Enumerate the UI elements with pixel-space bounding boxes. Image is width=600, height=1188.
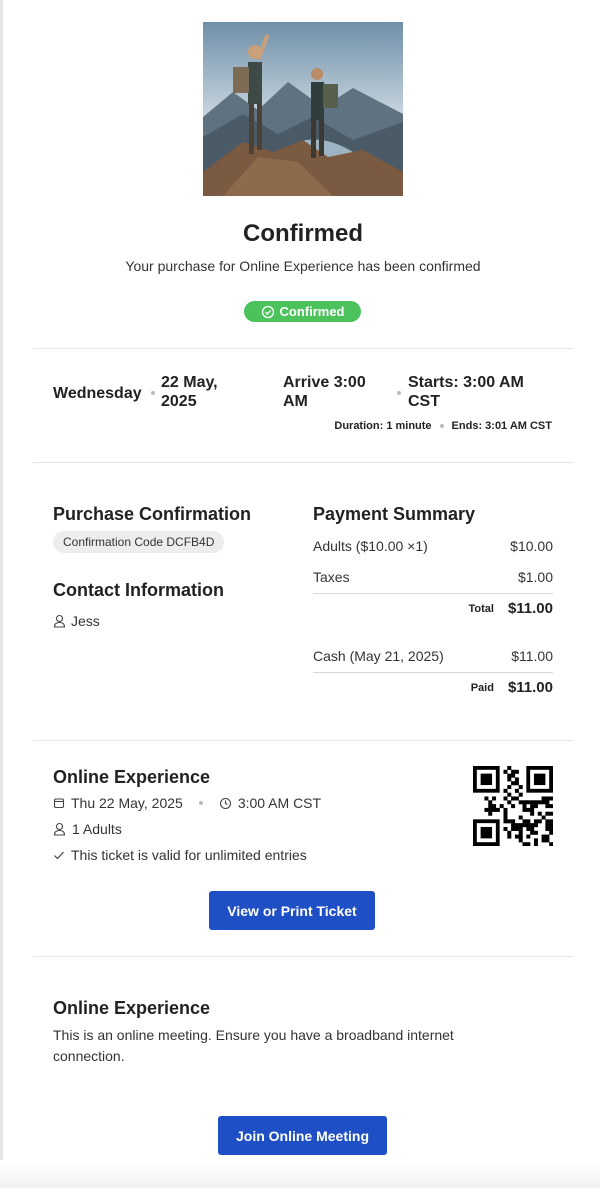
confirmation-code: Confirmation Code DCFB4D <box>53 531 225 553</box>
payment-summary: Payment Summary Adults ($10.00 ×1) $10.0… <box>313 504 553 704</box>
calendar-icon <box>53 797 65 809</box>
online-description: This is an online meeting. Ensure you ha… <box>53 1025 533 1067</box>
online-heading: Online Experience <box>53 998 211 1018</box>
online-description-line1: This is an online meeting. Ensure you ha… <box>53 1027 454 1043</box>
payment-heading: Payment Summary <box>313 504 476 524</box>
divider <box>313 672 553 673</box>
ticket-time: 3:00 AM CST <box>237 795 322 811</box>
duration-row: Duration: 1 minute Ends: 3:01 AM CST <box>233 420 552 432</box>
event-day: Wednesday <box>53 385 142 402</box>
divider <box>313 593 553 594</box>
status-badge: Confirmed <box>244 301 361 322</box>
total-label: Total <box>468 602 494 615</box>
purchase-heading: Purchase Confirmation <box>53 504 252 524</box>
end-time-text: Ends: 3:01 AM CST <box>451 420 552 432</box>
clock-icon <box>219 797 232 810</box>
user-icon <box>53 614 66 628</box>
bottom-fade <box>0 1160 600 1188</box>
ticket-attendees-row: 1 Adults <box>53 821 122 837</box>
line-item-amount: $10.00 <box>510 538 553 554</box>
separator-dot <box>151 391 155 395</box>
ticket-validity: This ticket is valid for unlimited entri… <box>71 847 307 863</box>
event-date: 22 May, 2025 <box>161 373 218 411</box>
separator-dot <box>198 801 203 805</box>
line-item: Taxes $1.00 <box>313 569 553 585</box>
payment-label: Cash (May 21, 2025) <box>313 648 444 664</box>
event-date-line2: 2025 <box>161 393 197 410</box>
qr-code-icon <box>473 766 554 847</box>
separator-dot <box>439 424 444 428</box>
contact-heading: Contact Information <box>53 580 224 600</box>
user-icon <box>53 822 66 836</box>
ticket-date: Thu 22 May, 2025 <box>71 795 183 811</box>
contact-name-row: Jess <box>53 613 100 629</box>
start-time-line2: CST <box>408 393 440 410</box>
divider <box>33 956 573 957</box>
start-time: Starts: 3:00 AM CST <box>408 373 524 411</box>
payment-row: Cash (May 21, 2025) $11.00 <box>313 648 553 664</box>
line-item-label: Adults ($10.00 ×1) <box>313 538 428 554</box>
event-date-line1: 22 May, <box>161 374 218 391</box>
total-value: $11.00 <box>507 600 553 617</box>
arrive-time-line2: AM <box>283 393 308 410</box>
page-subtitle: Your purchase for Online Experience has … <box>125 258 481 274</box>
line-item: Adults ($10.00 ×1) $10.00 <box>313 538 553 554</box>
ticket-heading: Online Experience <box>53 767 211 787</box>
duration-text: Duration: 1 minute <box>334 420 432 432</box>
page-title: Confirmed <box>243 220 363 247</box>
total-row: Total $11.00 <box>313 600 553 617</box>
separator-dot <box>397 391 401 395</box>
paid-label: Paid <box>470 681 494 694</box>
hero-image <box>203 22 403 196</box>
ticket-attendees: 1 Adults <box>72 821 122 837</box>
arrive-time-line1: Arrive 3:00 <box>283 374 366 391</box>
view-print-ticket-button[interactable]: View or Print Ticket <box>209 891 375 930</box>
divider <box>33 348 573 349</box>
checkmark-icon <box>53 849 65 861</box>
online-description-line2: connection. <box>53 1048 125 1064</box>
start-time-line1: Starts: 3:00 AM <box>408 374 524 391</box>
line-item-label: Taxes <box>313 569 350 585</box>
divider <box>33 740 573 741</box>
ticket-validity-row: This ticket is valid for unlimited entri… <box>53 847 307 863</box>
paid-value: $11.00 <box>507 679 553 696</box>
contact-name: Jess <box>71 613 100 629</box>
ticket-date-row: Thu 22 May, 2025 3:00 AM CST <box>53 795 321 811</box>
divider <box>33 462 573 463</box>
left-rail <box>0 0 3 1188</box>
line-item-amount: $1.00 <box>517 569 553 585</box>
check-circle-icon <box>261 305 275 319</box>
payment-amount: $11.00 <box>511 648 553 664</box>
join-online-meeting-button[interactable]: Join Online Meeting <box>218 1116 387 1155</box>
status-badge-label: Confirmed <box>279 304 345 319</box>
paid-row: Paid $11.00 <box>313 679 553 696</box>
arrive-time: Arrive 3:00 AM <box>283 373 366 411</box>
confirmation-code-badge: Confirmation Code DCFB4D <box>53 531 225 553</box>
